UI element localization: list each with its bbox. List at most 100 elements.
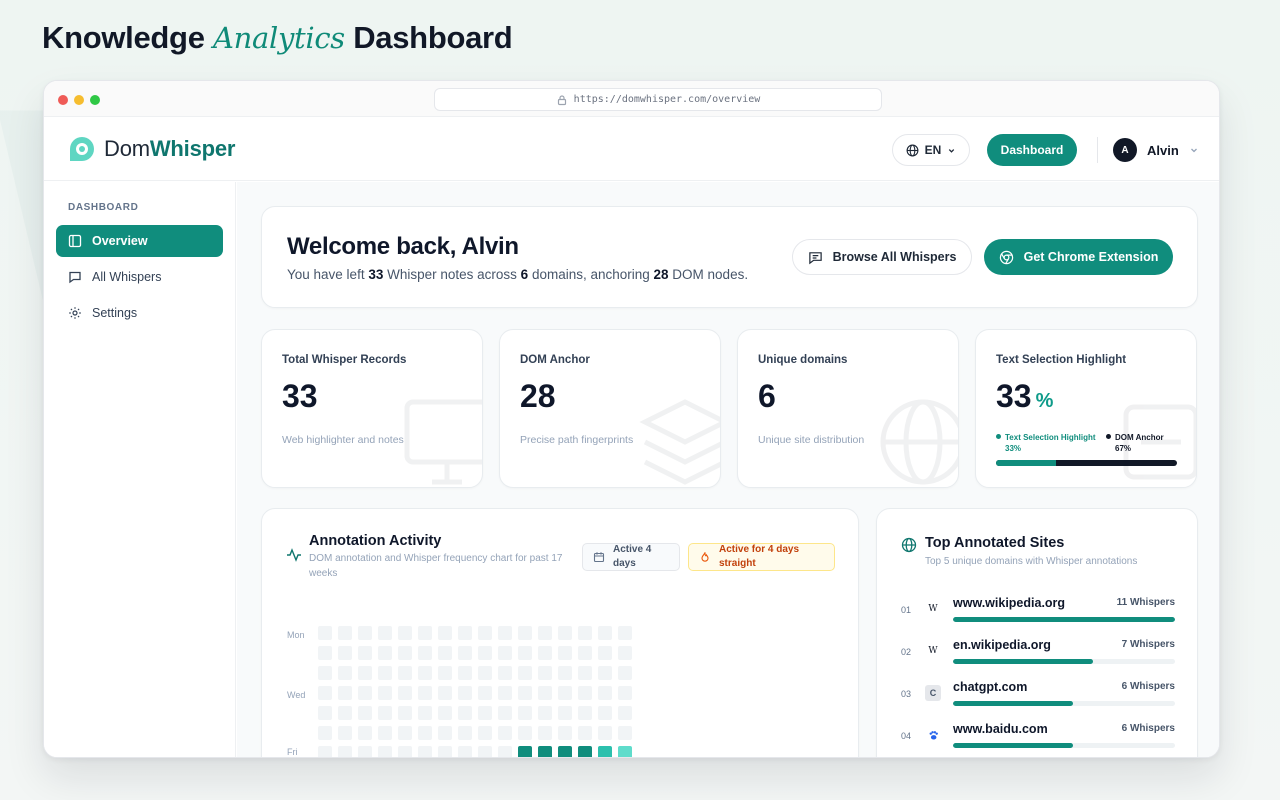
heatmap-cell[interactable] bbox=[538, 746, 552, 757]
user-menu[interactable]: A Alvin bbox=[1113, 138, 1199, 162]
heatmap-cell[interactable] bbox=[418, 706, 432, 720]
heatmap-cell[interactable] bbox=[498, 726, 512, 740]
heatmap-cell[interactable] bbox=[418, 686, 432, 700]
heatmap-cell[interactable] bbox=[618, 686, 632, 700]
heatmap-cell[interactable] bbox=[378, 726, 392, 740]
heatmap-cell[interactable] bbox=[518, 726, 532, 740]
dashboard-button[interactable]: Dashboard bbox=[987, 134, 1077, 166]
heatmap-cell[interactable] bbox=[458, 706, 472, 720]
heatmap-cell[interactable] bbox=[318, 726, 332, 740]
heatmap-cell[interactable] bbox=[458, 746, 472, 757]
heatmap-cell[interactable] bbox=[438, 706, 452, 720]
get-chrome-extension-button[interactable]: Get Chrome Extension bbox=[984, 239, 1173, 275]
heatmap-cell[interactable] bbox=[438, 686, 452, 700]
heatmap-cell[interactable] bbox=[378, 686, 392, 700]
heatmap-cell[interactable] bbox=[598, 626, 612, 640]
heatmap-cell[interactable] bbox=[518, 686, 532, 700]
heatmap-cell[interactable] bbox=[478, 626, 492, 640]
heatmap-cell[interactable] bbox=[318, 686, 332, 700]
heatmap-cell[interactable] bbox=[338, 626, 352, 640]
heatmap-cell[interactable] bbox=[338, 746, 352, 757]
heatmap-cell[interactable] bbox=[478, 686, 492, 700]
heatmap-cell[interactable] bbox=[618, 666, 632, 680]
heatmap-cell[interactable] bbox=[618, 726, 632, 740]
heatmap-cell[interactable] bbox=[458, 726, 472, 740]
heatmap-cell[interactable] bbox=[618, 646, 632, 660]
heatmap-cell[interactable] bbox=[438, 626, 452, 640]
heatmap-cell[interactable] bbox=[578, 666, 592, 680]
browse-all-whispers-button[interactable]: Browse All Whispers bbox=[792, 239, 972, 275]
heatmap-cell[interactable] bbox=[518, 646, 532, 660]
heatmap-cell[interactable] bbox=[558, 646, 572, 660]
site-row[interactable]: 03 Cchatgpt.com 6 Whispers bbox=[901, 680, 1175, 717]
heatmap-cell[interactable] bbox=[558, 686, 572, 700]
heatmap-cell[interactable] bbox=[458, 646, 472, 660]
heatmap-cell[interactable] bbox=[598, 746, 612, 757]
heatmap-cell[interactable] bbox=[438, 726, 452, 740]
heatmap-cell[interactable] bbox=[558, 746, 572, 757]
address-bar[interactable]: https://domwhisper.com/overview bbox=[434, 88, 882, 111]
site-row[interactable]: 02 Wen.wikipedia.org 7 Whispers bbox=[901, 638, 1175, 675]
sidebar-item-overview[interactable]: Overview bbox=[56, 225, 223, 257]
heatmap-cell[interactable] bbox=[438, 646, 452, 660]
heatmap-cell[interactable] bbox=[538, 626, 552, 640]
heatmap-cell[interactable] bbox=[478, 726, 492, 740]
heatmap-cell[interactable] bbox=[578, 706, 592, 720]
heatmap-cell[interactable] bbox=[378, 626, 392, 640]
heatmap-cell[interactable] bbox=[398, 646, 412, 660]
heatmap-cell[interactable] bbox=[418, 646, 432, 660]
heatmap-cell[interactable] bbox=[358, 666, 372, 680]
heatmap-cell[interactable] bbox=[458, 686, 472, 700]
heatmap-cell[interactable] bbox=[418, 626, 432, 640]
heatmap-cell[interactable] bbox=[538, 686, 552, 700]
site-row[interactable]: 01 Wwww.wikipedia.org 11 Whispers bbox=[901, 596, 1175, 633]
heatmap-cell[interactable] bbox=[558, 626, 572, 640]
site-row[interactable]: 04 www.baidu.com 6 Whispers bbox=[901, 722, 1175, 757]
heatmap-cell[interactable] bbox=[538, 726, 552, 740]
heatmap-cell[interactable] bbox=[318, 706, 332, 720]
heatmap-cell[interactable] bbox=[398, 746, 412, 757]
heatmap-cell[interactable] bbox=[358, 686, 372, 700]
heatmap-cell[interactable] bbox=[498, 666, 512, 680]
heatmap-cell[interactable] bbox=[558, 666, 572, 680]
heatmap-cell[interactable] bbox=[518, 666, 532, 680]
heatmap-cell[interactable] bbox=[318, 646, 332, 660]
logo[interactable]: DomWhisper bbox=[68, 135, 235, 163]
heatmap-cell[interactable] bbox=[538, 646, 552, 660]
heatmap-cell[interactable] bbox=[338, 706, 352, 720]
heatmap-cell[interactable] bbox=[598, 726, 612, 740]
heatmap-cell[interactable] bbox=[478, 646, 492, 660]
heatmap-cell[interactable] bbox=[358, 726, 372, 740]
heatmap-cell[interactable] bbox=[398, 726, 412, 740]
maximize-window-dot[interactable] bbox=[90, 95, 100, 105]
heatmap-cell[interactable] bbox=[578, 686, 592, 700]
heatmap-cell[interactable] bbox=[398, 686, 412, 700]
heatmap-cell[interactable] bbox=[458, 666, 472, 680]
heatmap-cell[interactable] bbox=[358, 746, 372, 757]
heatmap-cell[interactable] bbox=[478, 706, 492, 720]
minimize-window-dot[interactable] bbox=[74, 95, 84, 105]
heatmap-cell[interactable] bbox=[598, 666, 612, 680]
heatmap-cell[interactable] bbox=[318, 666, 332, 680]
heatmap-cell[interactable] bbox=[498, 686, 512, 700]
heatmap-cell[interactable] bbox=[538, 706, 552, 720]
heatmap-cell[interactable] bbox=[578, 726, 592, 740]
heatmap-cell[interactable] bbox=[438, 746, 452, 757]
heatmap-cell[interactable] bbox=[518, 706, 532, 720]
language-selector[interactable]: EN bbox=[892, 134, 970, 166]
heatmap-cell[interactable] bbox=[378, 706, 392, 720]
heatmap-cell[interactable] bbox=[498, 746, 512, 757]
heatmap-cell[interactable] bbox=[378, 666, 392, 680]
heatmap-cell[interactable] bbox=[618, 626, 632, 640]
heatmap-cell[interactable] bbox=[478, 746, 492, 757]
heatmap-cell[interactable] bbox=[478, 666, 492, 680]
heatmap-cell[interactable] bbox=[338, 726, 352, 740]
heatmap-cell[interactable] bbox=[598, 646, 612, 660]
heatmap-cell[interactable] bbox=[418, 726, 432, 740]
heatmap-cell[interactable] bbox=[418, 746, 432, 757]
heatmap-cell[interactable] bbox=[318, 746, 332, 757]
heatmap-cell[interactable] bbox=[518, 746, 532, 757]
heatmap-cell[interactable] bbox=[378, 746, 392, 757]
heatmap-cell[interactable] bbox=[378, 646, 392, 660]
heatmap-cell[interactable] bbox=[338, 646, 352, 660]
